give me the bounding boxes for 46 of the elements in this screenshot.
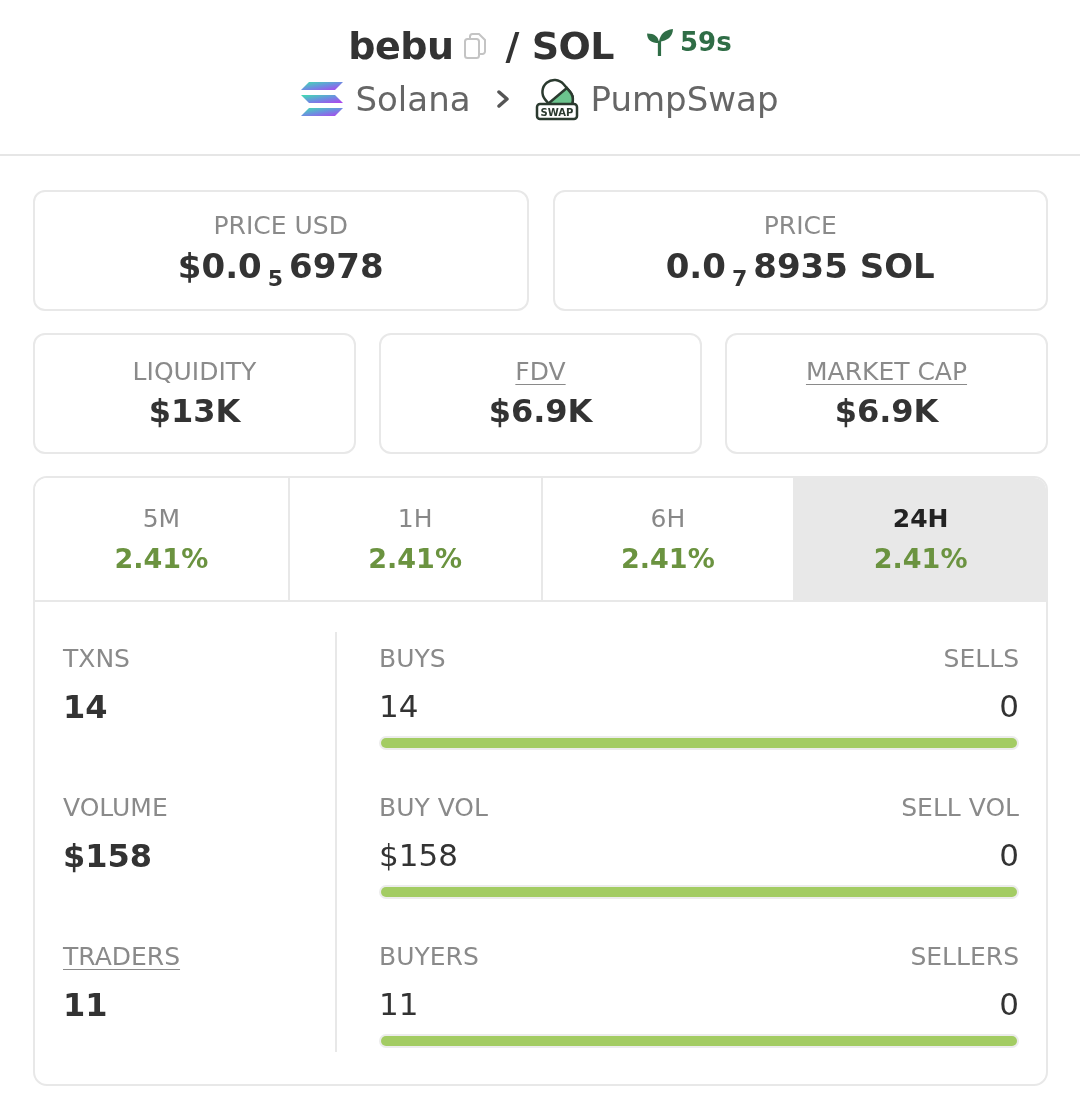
sprout-icon [646,28,675,56]
buy-side-label: BUYERS [379,941,479,973]
chevron-right-icon [496,90,509,108]
timeframe-label: 1H [397,504,433,533]
price-change: 2.41% [873,543,968,574]
metric-label: TXNS [63,643,130,675]
metric-label[interactable]: TRADERS [63,940,181,974]
stat-value: $13K [148,392,241,430]
stat-value: $6.9K [488,392,593,430]
sell-side-value: 0 [999,688,1019,724]
buy-side-value: 14 [379,688,419,724]
chain-link[interactable]: Solana [355,79,471,119]
buy-side-label: BUYS [379,643,446,675]
stat-value: $6.9K [834,392,939,430]
price-change: 2.41% [368,543,462,574]
pair-age: 59s [680,27,732,57]
timeframe-label: 24H [892,504,949,533]
sell-side-label: SELLERS [910,941,1019,973]
metric-label: VOLUME [63,792,168,824]
price-label: PRICE USD [213,210,348,240]
buy-side-value: $158 [379,837,458,873]
pill-logo[interactable]: SWAP [534,77,579,121]
buy-side-label: BUY VOL [379,792,488,824]
stat-label: LIQUIDITY [132,357,257,386]
metric-value: $158 [63,837,153,875]
sell-side-label: SELLS [943,643,1019,675]
timeframe-label: 5M [142,504,181,533]
price-change: 2.41% [114,543,209,574]
buy-side-value: 11 [379,986,419,1022]
stat-label[interactable]: FDV [515,357,566,386]
quote-token-symbol: / SOL [505,24,615,68]
price-change: 2.41% [621,543,715,574]
stat-label[interactable]: MARKET CAP [805,357,968,386]
base-token-symbol: bebu [348,24,454,68]
timeframe-tab[interactable]: 24H 2.41% [793,478,1046,600]
price-value: 0.0$_{7}$8935 SOL [665,245,935,291]
sell-side-value: 0 [999,837,1019,873]
sell-side-value: 0 [999,986,1019,1022]
stacked-bars-logo-icon[interactable] [301,82,344,116]
metric-value: 11 [63,986,108,1024]
sell-side-label: SELL VOL [901,792,1019,824]
timeframe-label: 6H [650,504,686,533]
price-label: PRICE [763,210,837,240]
dex-link[interactable]: PumpSwap [590,79,779,119]
price-value: $0.0$_{5}$6978 [177,245,384,291]
metric-value: 14 [63,688,108,726]
